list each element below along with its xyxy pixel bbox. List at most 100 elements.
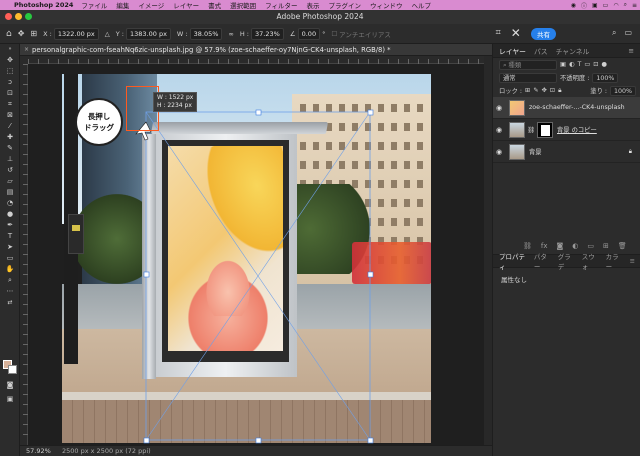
filter-adjustment-icon[interactable]: ◐ xyxy=(569,61,575,68)
menu-select[interactable]: 選択範囲 xyxy=(230,0,256,10)
filter-type-icon[interactable]: T xyxy=(577,61,581,68)
menu-layer[interactable]: レイヤー xyxy=(173,0,199,10)
home-icon[interactable]: ⌂ xyxy=(6,29,12,39)
hand-tool-icon[interactable]: ✋ xyxy=(0,264,20,275)
h-field[interactable]: 37.23% xyxy=(250,27,284,40)
link-icon[interactable]: ∞ xyxy=(228,30,233,38)
chain-link-icon[interactable]: ⛓︎ xyxy=(527,126,535,134)
layer-name[interactable]: 背景 のコピー xyxy=(557,125,597,134)
quick-mask-icon[interactable]: ◙ xyxy=(0,380,20,391)
lock-artboard-icon[interactable]: ⊡ xyxy=(550,87,555,94)
healing-brush-tool-icon[interactable]: ✚ xyxy=(0,132,20,143)
filter-smart-object-icon[interactable]: ⊡ xyxy=(593,61,598,68)
tab-layers[interactable]: レイヤー xyxy=(499,46,526,56)
menu-plugins[interactable]: プラグイン xyxy=(328,0,361,10)
zoom-tool-icon[interactable]: ⌕ xyxy=(0,275,20,286)
menu-file[interactable]: ファイル xyxy=(81,0,107,10)
delta-icon[interactable]: △ xyxy=(105,30,110,38)
type-tool-icon[interactable]: T xyxy=(0,231,20,242)
link-layers-icon[interactable]: ⛓︎ xyxy=(523,242,532,250)
status-app-icon[interactable]: ▣ xyxy=(592,2,598,9)
lock-position-icon[interactable]: ✥ xyxy=(542,87,547,94)
edit-toolbar-icon[interactable]: ⇄ xyxy=(0,297,20,308)
eyedropper-tool-icon[interactable]: ⁄ xyxy=(0,121,20,132)
filter-shape-icon[interactable]: ▭ xyxy=(584,61,590,68)
lasso-tool-icon[interactable]: ↄ xyxy=(0,77,20,88)
menu-help[interactable]: ヘルプ xyxy=(411,0,431,10)
screen-mode-icon[interactable]: ▣ xyxy=(0,394,20,405)
search-icon[interactable]: ⌕ xyxy=(612,28,616,38)
menu-window[interactable]: ウィンドウ xyxy=(370,0,403,10)
vertical-ruler[interactable] xyxy=(20,64,28,445)
add-mask-icon[interactable]: ◙ xyxy=(557,242,564,250)
clone-stamp-tool-icon[interactable]: ⊥ xyxy=(0,154,20,165)
lock-all-icon[interactable]: 🔒︎ xyxy=(558,87,561,95)
history-brush-tool-icon[interactable]: ↺ xyxy=(0,165,20,176)
control-center-icon[interactable]: ≡ xyxy=(632,2,637,9)
layer-kind-filter[interactable]: ⌕ 種類 xyxy=(499,59,557,70)
close-document-icon[interactable]: × xyxy=(24,44,29,56)
panel-menu-icon[interactable]: ≡ xyxy=(630,257,635,265)
reference-point-icon[interactable]: ⊞ xyxy=(30,29,37,38)
tab-color[interactable]: カラー xyxy=(606,251,623,271)
move-tool-icon[interactable]: ✥ xyxy=(0,55,20,66)
close-window-button[interactable] xyxy=(5,13,12,20)
x-field[interactable]: 1322.00 px xyxy=(53,27,99,40)
frame-tool-icon[interactable]: ⊠ xyxy=(0,110,20,121)
zoom-window-button[interactable] xyxy=(25,13,32,20)
panel-menu-icon[interactable]: ≡ xyxy=(628,47,634,55)
menu-type[interactable]: 書式 xyxy=(208,0,221,10)
share-button[interactable]: 共有 xyxy=(531,28,556,40)
more-tools-icon[interactable]: ⋯ xyxy=(0,286,20,297)
marquee-tool-icon[interactable]: ⬚ xyxy=(0,66,20,77)
filter-pixel-icon[interactable]: ▣ xyxy=(560,61,566,68)
blur-tool-icon[interactable]: ◔ xyxy=(0,198,20,209)
status-circle-icon[interactable]: ◉ xyxy=(571,2,576,9)
zoom-level[interactable]: 57.92% xyxy=(26,446,51,456)
y-field[interactable]: 1383.00 px xyxy=(126,27,171,40)
workspace-icon[interactable]: ▭ xyxy=(624,28,632,38)
pen-tool-icon[interactable]: ✒ xyxy=(0,220,20,231)
delete-layer-icon[interactable]: 🗑︎ xyxy=(618,242,627,250)
object-select-tool-icon[interactable]: ⊡ xyxy=(0,88,20,99)
w-field[interactable]: 38.05% xyxy=(189,27,223,40)
tab-properties[interactable]: プロパティ xyxy=(499,251,527,271)
rectangle-tool-icon[interactable]: ▭ xyxy=(0,253,20,264)
adjustment-layer-icon[interactable]: ◐ xyxy=(572,242,578,250)
layer-name[interactable]: 背景 xyxy=(529,147,542,156)
path-select-tool-icon[interactable]: ➤ xyxy=(0,242,20,253)
visibility-eye-icon[interactable]: ◉ xyxy=(493,126,505,134)
document-info[interactable]: 2500 px x 2500 px (72 ppi) xyxy=(62,446,151,456)
layer-mask-thumbnail[interactable] xyxy=(537,121,553,138)
layer-name[interactable]: zoe-schaeffer-...-CK4-unsplash xyxy=(529,104,625,111)
wifi-icon[interactable]: ◠ xyxy=(613,2,618,9)
status-info-icon[interactable]: ⓘ xyxy=(581,1,587,10)
tab-swatches[interactable]: スウォ xyxy=(582,251,599,271)
tab-gradients[interactable]: グラデ xyxy=(558,251,575,271)
minimize-window-button[interactable] xyxy=(15,13,22,20)
layer-style-icon[interactable]: fx xyxy=(541,242,548,250)
fill-field[interactable]: 100% xyxy=(609,85,636,96)
eraser-tool-icon[interactable]: ▱ xyxy=(0,176,20,187)
background-color-swatch[interactable] xyxy=(8,365,17,374)
antialias-checkbox[interactable]: ☐ アンチエイリアス xyxy=(331,29,391,39)
menu-image[interactable]: イメージ xyxy=(138,0,164,10)
opacity-field[interactable]: 100% xyxy=(592,72,619,83)
horizontal-ruler[interactable] xyxy=(28,56,484,64)
gradient-tool-icon[interactable]: ▤ xyxy=(0,187,20,198)
visibility-eye-icon[interactable]: ◉ xyxy=(493,104,505,112)
menu-edit[interactable]: 編集 xyxy=(116,0,129,10)
new-layer-icon[interactable]: ⊞ xyxy=(603,242,609,250)
document-tab[interactable]: × personalgraphic-com-fseahNq6zic-unspla… xyxy=(20,44,492,56)
dodge-tool-icon[interactable]: ● xyxy=(0,209,20,220)
layer-row-background[interactable]: ◉ 背景 🔒︎ xyxy=(493,141,640,163)
search-icon[interactable]: ⌕ xyxy=(624,1,627,9)
blend-mode-select[interactable]: 通常 xyxy=(499,72,557,83)
tab-patterns[interactable]: パター xyxy=(534,251,551,271)
lock-pixels-icon[interactable]: ✎ xyxy=(533,87,538,94)
tab-paths[interactable]: パス xyxy=(534,46,548,56)
layer-row-zoe[interactable]: ◉ zoe-schaeffer-...-CK4-unsplash xyxy=(493,97,640,119)
expand-panel-icon[interactable]: » xyxy=(0,44,20,55)
brush-tool-icon[interactable]: ✎ xyxy=(0,143,20,154)
warp-icon[interactable]: ⌗ xyxy=(496,28,501,38)
